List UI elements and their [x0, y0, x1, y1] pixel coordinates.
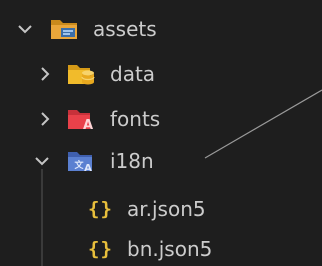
file-explorer-tree: assets data A fonts 文 A i18n {} ar.json5… [0, 0, 322, 266]
annotation-line [204, 89, 322, 159]
